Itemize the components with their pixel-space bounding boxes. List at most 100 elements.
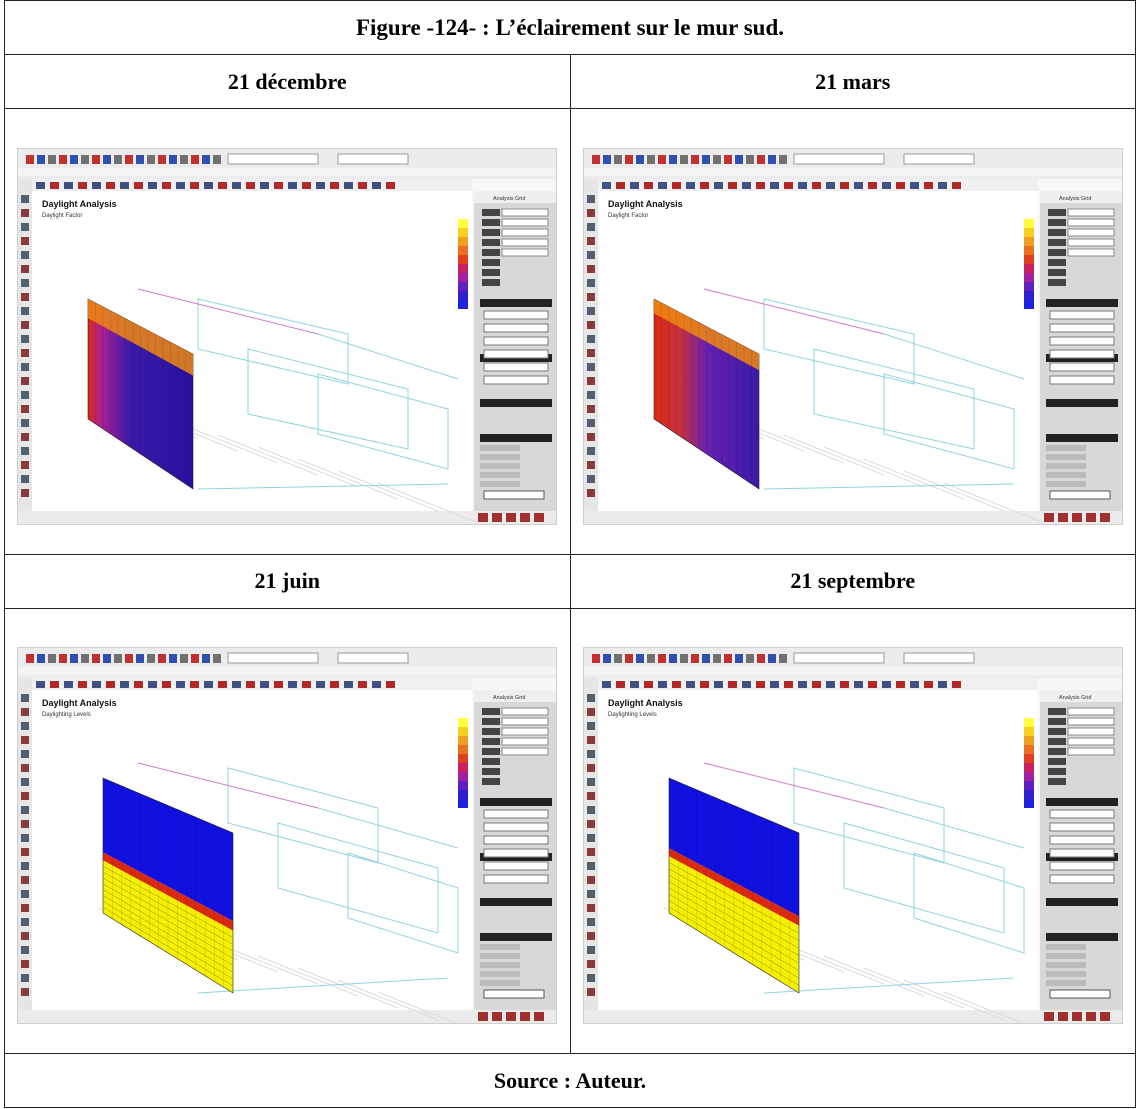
tool-icon [586,208,595,217]
tool-icon [21,306,30,315]
panel-field [1067,707,1115,716]
toolbar-icon [615,681,625,689]
toolbar-icon [106,681,116,689]
menu-bar [18,167,557,176]
legend-swatch [458,263,469,273]
panel-button [483,848,549,858]
toolbar-icon [148,681,158,689]
toolbar-icon [120,681,130,689]
panel-field [501,727,549,736]
status-icon [520,1012,531,1022]
toolbar-icon [756,654,765,664]
panel-button [1049,375,1115,385]
tool-icon [586,404,595,413]
toolbar-icon [260,681,270,689]
tool-icon [586,376,595,385]
toolbar-icon [591,154,600,164]
legend-swatch [458,727,469,737]
panel-field [1067,717,1115,726]
toolbar-icon [685,181,695,189]
status-icon [1071,1012,1082,1022]
panel-button [1049,323,1115,333]
screenshot-june: Daylight Analysis Daylighting Levels Analy… [17,647,558,1025]
legend-swatch [1023,227,1034,237]
toolbar-icon [162,681,172,689]
toolbar-icon [358,181,368,189]
tool-icon [21,848,30,857]
panel-field [1067,737,1115,746]
tool-icon [586,792,595,801]
toolbar-icon [26,154,35,164]
legend-swatch [1023,245,1034,255]
panel-option [480,953,521,960]
tool-icon [21,988,30,997]
panel-button [483,874,549,884]
screenshot-cell-september: Daylight Analysis Daylighting Levels Analy… [569,607,1136,1054]
status-icon [492,512,503,522]
legend-swatch [458,799,469,809]
toolbar-icon [591,654,600,664]
status-icon [478,512,489,522]
toolbar-icon [767,154,776,164]
panel-label [482,768,501,776]
toolbar-icon [48,154,57,164]
panel-label-december: 21 décembre [4,54,571,109]
tool-icon [21,446,30,455]
legend-swatch [1023,236,1034,246]
calculate-button [1049,989,1111,999]
calculate-button [483,490,545,500]
tool-icon [586,834,595,843]
tool-icon [586,946,595,955]
toolbar-icon [734,154,743,164]
tool-icon [586,446,595,455]
legend-swatch [1023,763,1034,773]
tool-icon [586,806,595,815]
status-icon [1057,512,1068,522]
tool-icon [21,348,30,357]
panel-section-bar [1045,398,1118,407]
panel-button [483,375,549,385]
panel-field [1067,747,1115,756]
toolbar-icon [755,681,765,689]
panel-field [1067,248,1115,257]
toolbar-icon [232,181,242,189]
panel-label [1047,248,1066,256]
tool-icon [21,946,30,955]
toolbar-icon [668,154,677,164]
tool-icon [586,890,595,899]
toolbar-icon [601,181,611,189]
toolbar-icon [690,154,699,164]
tool-icon [586,460,595,469]
panel-section-bar [1045,298,1118,307]
legend-swatch [458,745,469,755]
toolbar-icon [668,654,677,664]
panel-option [480,462,521,469]
toolbar-icon [635,154,644,164]
tool-icon [21,208,30,217]
tool-icon [21,960,30,969]
tool-icon [586,722,595,731]
toolbar-icon [64,181,74,189]
panel-button [1049,336,1115,346]
toolbar-icon [78,181,88,189]
panel-section-bar [480,398,553,407]
toolbar-icon [690,654,699,664]
toolbar-icon [811,181,821,189]
panel-label [1047,208,1066,216]
toolbar-icon [191,654,200,664]
toolbar-icon [727,681,737,689]
toolbar-icon [288,681,298,689]
tool-icon [586,862,595,871]
toolbar-icon [778,654,787,664]
panel-option [1045,953,1086,960]
panel-section-bar [480,898,553,907]
legend-swatch [458,763,469,773]
panel-label [1047,228,1066,236]
tool-icon [586,876,595,885]
legend-swatch [458,718,469,728]
panel-label [1047,218,1066,226]
legend-swatch [1023,772,1034,782]
tool-icon [586,974,595,983]
toolbar-icon [937,181,947,189]
legend-swatch [1023,254,1034,264]
